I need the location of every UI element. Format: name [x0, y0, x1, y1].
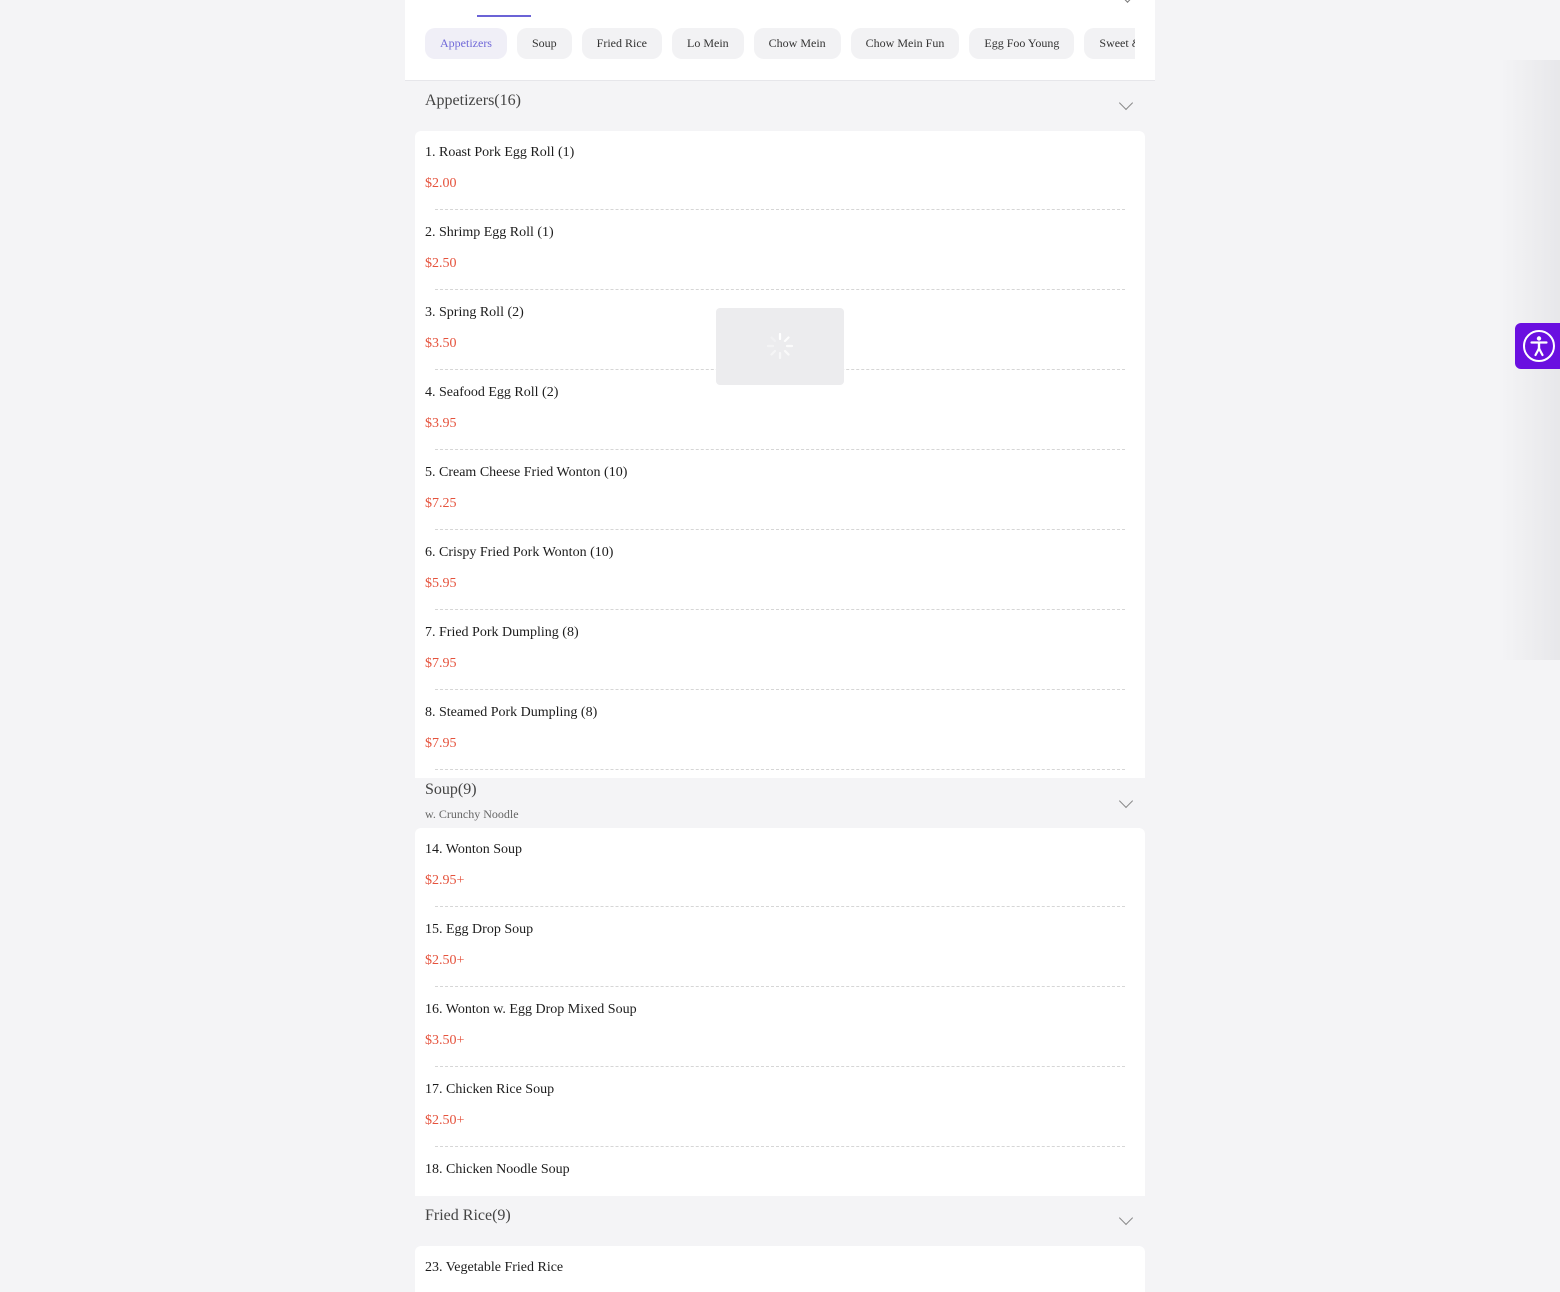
category-chip-chow-mein[interactable]: Chow Mein — [753, 28, 841, 59]
loading-overlay — [716, 308, 844, 385]
accessibility-button[interactable] — [1515, 323, 1560, 369]
item-name: 7. Fried Pork Dumpling (8) — [425, 625, 579, 640]
menu-item[interactable]: 7. Fried Pork Dumpling (8) $7.95 — [415, 611, 1145, 691]
item-price: $2.95+ — [425, 873, 465, 888]
divider — [435, 609, 1125, 610]
section-header-soup[interactable]: Soup(9) w. Crunchy Noodle — [405, 778, 1155, 828]
category-chip-chow-mein-fun[interactable]: Chow Mein Fun — [850, 28, 960, 59]
chevron-down-icon[interactable] — [1118, 95, 1134, 111]
item-name: 3. Spring Roll (2) — [425, 305, 524, 320]
menu-item[interactable]: 18. Chicken Noodle Soup — [415, 1148, 1145, 1196]
menu-item[interactable]: 5. Cream Cheese Fried Wonton (10) $7.25 — [415, 451, 1145, 531]
section-title: Appetizers(16) — [425, 92, 521, 109]
menu-item[interactable]: 14. Wonton Soup $2.95+ — [415, 828, 1145, 908]
item-name: 1. Roast Pork Egg Roll (1) — [425, 145, 575, 160]
section-card-appetizers: 1. Roast Pork Egg Roll (1) $2.00 2. Shri… — [415, 131, 1145, 778]
menu-item[interactable]: 23. Vegetable Fried Rice — [415, 1246, 1145, 1292]
category-chip-lo-mein[interactable]: Lo Mein — [672, 28, 744, 59]
item-name: 14. Wonton Soup — [425, 842, 523, 857]
menu-item[interactable]: 2. Shrimp Egg Roll (1) $2.50 — [415, 211, 1145, 291]
divider — [435, 1146, 1125, 1147]
menu-item[interactable]: 15. Egg Drop Soup $2.50+ — [415, 908, 1145, 988]
section-title: Fried Rice(9) — [425, 1207, 511, 1224]
category-chip-appetizers[interactable]: Appetizers — [425, 28, 507, 59]
chevron-down-icon[interactable] — [1118, 793, 1134, 809]
menu-item[interactable]: 8. Steamed Pork Dumpling (8) $7.95 — [415, 691, 1145, 771]
section-header-appetizers[interactable]: Appetizers(16) — [405, 81, 1155, 131]
loading-spinner-icon — [766, 332, 794, 360]
category-chips: Appetizers Soup Fried Rice Lo Mein Chow Mein… — [425, 28, 1135, 60]
category-chip-soup[interactable]: Soup — [516, 28, 572, 59]
item-price: $2.50+ — [425, 953, 465, 968]
category-chip-egg-foo-young[interactable]: Egg Foo Young — [969, 28, 1075, 59]
item-name: 4. Seafood Egg Roll (2) — [425, 385, 559, 400]
item-price: $7.95 — [425, 736, 457, 751]
item-price: $5.95 — [425, 576, 457, 591]
menu-column: Appetizers Soup Fried Rice Lo Mein Chow Mein… — [405, 0, 1155, 1292]
item-price: $7.25 — [425, 496, 457, 511]
item-price: $2.50 — [425, 256, 457, 271]
menu-item[interactable]: 1. Roast Pork Egg Roll (1) $2.00 — [415, 131, 1145, 211]
divider — [435, 689, 1125, 690]
section-header-fried-rice[interactable]: Fried Rice(9) — [405, 1196, 1155, 1246]
divider — [435, 289, 1125, 290]
divider — [435, 986, 1125, 987]
category-chip-sweet-sour[interactable]: Sweet & — [1084, 28, 1135, 59]
section-title: Soup(9) — [425, 781, 477, 798]
item-name: 15. Egg Drop Soup — [425, 922, 534, 937]
chevron-down-icon[interactable] — [1121, 0, 1134, 3]
item-price: $3.50+ — [425, 1033, 465, 1048]
divider — [435, 449, 1125, 450]
item-name: 8. Steamed Pork Dumpling (8) — [425, 705, 598, 720]
divider — [435, 769, 1125, 770]
section-card-soup: 14. Wonton Soup $2.95+ 15. Egg Drop Soup… — [415, 828, 1145, 1196]
section-subtitle: w. Crunchy Noodle — [425, 807, 519, 821]
item-price: $2.00 — [425, 176, 457, 191]
divider — [435, 209, 1125, 210]
section-card-fried-rice: 23. Vegetable Fried Rice — [415, 1246, 1145, 1292]
item-name: 18. Chicken Noodle Soup — [425, 1162, 570, 1177]
divider — [435, 529, 1125, 530]
item-name: 17. Chicken Rice Soup — [425, 1082, 555, 1097]
item-name: 16. Wonton w. Egg Drop Mixed Soup — [425, 1002, 637, 1017]
category-chip-fried-rice[interactable]: Fried Rice — [581, 28, 662, 59]
chevron-down-icon[interactable] — [1118, 1210, 1134, 1226]
item-name: 23. Vegetable Fried Rice — [425, 1260, 564, 1275]
item-price: $2.50+ — [425, 1113, 465, 1128]
item-price: $3.50 — [425, 336, 457, 351]
item-price: $7.95 — [425, 656, 457, 671]
menu-page: Appetizers Soup Fried Rice Lo Mein Chow Mein… — [0, 0, 1560, 1292]
menu-item[interactable]: 6. Crispy Fried Pork Wonton (10) $5.95 — [415, 531, 1145, 611]
divider — [435, 1066, 1125, 1067]
category-tab-bar: Appetizers Soup Fried Rice Lo Mein Chow Mein… — [405, 0, 1155, 81]
menu-item[interactable]: 17. Chicken Rice Soup $2.50+ — [415, 1068, 1145, 1148]
accessibility-icon — [1523, 330, 1555, 362]
item-name: 6. Crispy Fried Pork Wonton (10) — [425, 545, 614, 560]
menu-item[interactable]: 16. Wonton w. Egg Drop Mixed Soup $3.50+ — [415, 988, 1145, 1068]
item-name: 5. Cream Cheese Fried Wonton (10) — [425, 465, 628, 480]
divider — [435, 906, 1125, 907]
item-name: 2. Shrimp Egg Roll (1) — [425, 225, 554, 240]
item-price: $3.95 — [425, 416, 457, 431]
active-tab-indicator — [477, 15, 531, 17]
